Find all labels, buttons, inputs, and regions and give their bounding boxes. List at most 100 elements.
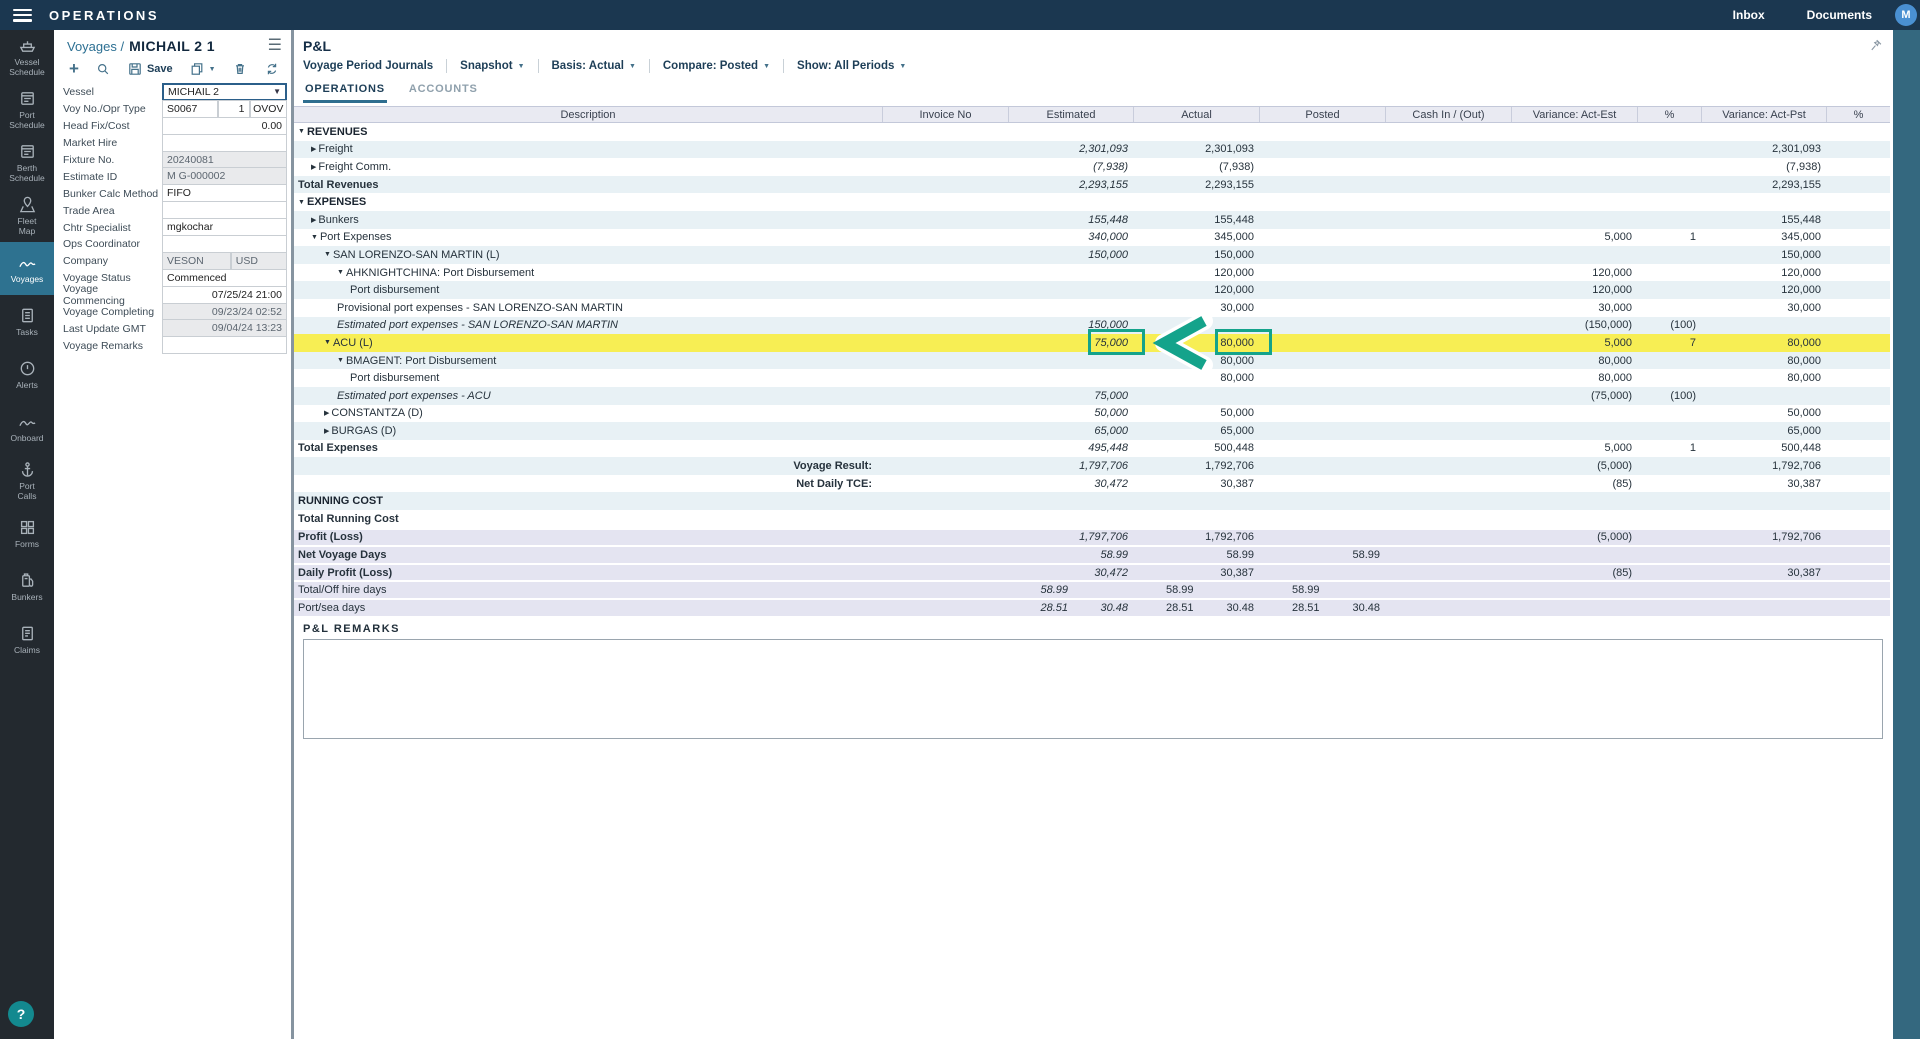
pnl-row-total-revenues[interactable]: Total Revenues2,293,1552,293,1552,293,15…: [294, 176, 1890, 194]
pnl-row-ahknightchina-port-disbursement[interactable]: ▼AHKNIGHTCHINA: Port Disbursement120,000…: [294, 264, 1890, 282]
pnl-toolbar-voyage-period-journals[interactable]: Voyage Period Journals: [303, 60, 446, 72]
field-input-voy-no-opr-type[interactable]: 1: [218, 100, 249, 118]
expand-triangle-icon[interactable]: ▶: [324, 427, 329, 435]
column-header[interactable]: Posted: [1259, 107, 1385, 122]
pnl-row-expenses[interactable]: ▼EXPENSES: [294, 193, 1890, 211]
chevron-down-icon: ▼: [763, 63, 770, 70]
inbox-link[interactable]: Inbox: [1733, 8, 1765, 22]
menu-icon[interactable]: [13, 9, 32, 22]
sidebar-item-berth-schedule[interactable]: BerthSchedule: [0, 136, 54, 189]
pnl-row-port-disbursement[interactable]: Port disbursement120,000120,000120,000: [294, 281, 1890, 299]
column-header[interactable]: %: [1637, 107, 1701, 122]
sidebar-item-fleet-map[interactable]: FleetMap: [0, 189, 54, 242]
documents-link[interactable]: Documents: [1807, 8, 1872, 22]
delete-icon[interactable]: [227, 61, 253, 77]
column-header[interactable]: Variance: Act-Pst: [1701, 107, 1826, 122]
column-header[interactable]: %: [1826, 107, 1890, 122]
expand-triangle-icon[interactable]: ▶: [311, 216, 316, 224]
copy-button[interactable]: ▼: [184, 61, 221, 77]
pnl-row-port-sea-days[interactable]: Port/sea days28.5130.4828.5130.4828.5130…: [294, 598, 1890, 616]
field-input-head-fix-cost[interactable]: 0.00: [162, 117, 287, 135]
field-input-market-hire[interactable]: [162, 134, 287, 152]
collapse-triangle-icon[interactable]: ▼: [324, 251, 331, 258]
column-header[interactable]: Actual: [1133, 107, 1259, 122]
field-row: Voyage Completing09/23/24 02:52: [63, 304, 291, 321]
field-input-trade-area[interactable]: [162, 201, 287, 219]
sidebar-item-forms[interactable]: Forms: [0, 507, 54, 560]
pnl-row-voyage-result-[interactable]: Voyage Result:1,797,7061,792,706(5,000)1…: [294, 457, 1890, 475]
pnl-row-port-disbursement[interactable]: Port disbursement80,00080,00080,000: [294, 369, 1890, 387]
field-input-chtr-specialist[interactable]: mgkochar: [162, 218, 287, 236]
pnl-row-freight-comm-[interactable]: ▶Freight Comm.(7,938)(7,938)(7,938): [294, 158, 1890, 176]
refresh-icon[interactable]: [259, 61, 285, 77]
pnl-row-total-running-cost[interactable]: Total Running Cost: [294, 510, 1890, 528]
search-icon[interactable]: [90, 61, 116, 77]
pnl-row-revenues[interactable]: ▼REVENUES: [294, 123, 1890, 141]
field-input-bunker-calc-method[interactable]: FIFO: [162, 184, 287, 202]
pnl-row-estimated-port-expenses-acu[interactable]: Estimated port expenses - ACU75,000(75,0…: [294, 387, 1890, 405]
column-header[interactable]: Estimated: [1008, 107, 1133, 122]
pnl-row-port-expenses[interactable]: ▼Port Expenses340,000345,0005,0001345,00…: [294, 229, 1890, 247]
add-button[interactable]: +: [64, 62, 84, 76]
avatar[interactable]: M: [1895, 4, 1917, 26]
sidebar-item-onboard[interactable]: Onboard: [0, 401, 54, 454]
breadcrumb[interactable]: Voyages /: [67, 39, 124, 54]
field-input-voyage-remarks[interactable]: [162, 336, 287, 354]
expand-triangle-icon[interactable]: ▶: [324, 409, 329, 417]
sidebar-item-tasks[interactable]: Tasks: [0, 295, 54, 348]
save-button[interactable]: Save: [122, 61, 178, 77]
field-input-vessel[interactable]: MICHAIL 2▼: [162, 83, 287, 101]
panel-menu-icon[interactable]: ☰: [268, 38, 282, 54]
pnl-row-net-voyage-days[interactable]: Net Voyage Days58.9958.9958.99: [294, 545, 1890, 563]
field-input-voyage-status[interactable]: Commenced: [162, 269, 287, 287]
pin-icon[interactable]: [1869, 38, 1883, 57]
field-input-ops-coordinator[interactable]: [162, 235, 287, 253]
help-button[interactable]: ?: [8, 1001, 34, 1027]
field-row: Trade Area: [63, 202, 291, 219]
pnl-row-freight[interactable]: ▶Freight2,301,0932,301,0932,301,093: [294, 141, 1890, 159]
pnl-row-running-cost[interactable]: RUNNING COST: [294, 492, 1890, 510]
pnl-row-san-lorenzo-san-martin-l-[interactable]: ▼SAN LORENZO-SAN MARTIN (L)150,000150,00…: [294, 246, 1890, 264]
pnl-row-constantza-d-[interactable]: ▶CONSTANTZA (D)50,00050,00050,000: [294, 405, 1890, 423]
pnl-row-profit-loss-[interactable]: Profit (Loss)1,797,7061,792,706(5,000)1,…: [294, 528, 1890, 546]
collapse-triangle-icon[interactable]: ▼: [337, 357, 344, 364]
sidebar-item-port-calls[interactable]: PortCalls: [0, 454, 54, 507]
pnl-row-net-daily-tce-[interactable]: Net Daily TCE:30,47230,387(85)30,387: [294, 475, 1890, 493]
pnl-row-burgas-d-[interactable]: ▶BURGAS (D)65,00065,00065,000: [294, 422, 1890, 440]
pnl-toolbar-basis-actual[interactable]: Basis: Actual▼: [539, 60, 649, 72]
row-value: [1637, 281, 1701, 299]
collapse-triangle-icon[interactable]: ▼: [337, 269, 344, 276]
expand-triangle-icon[interactable]: ▶: [311, 163, 316, 171]
pnl-remarks-input[interactable]: [303, 639, 1883, 739]
pnl-row-total-off-hire-days[interactable]: Total/Off hire days58.9958.9958.99: [294, 580, 1890, 598]
sidebar-item-alerts[interactable]: Alerts: [0, 348, 54, 401]
sidebar-item-claims[interactable]: Claims: [0, 613, 54, 666]
sidebar-item-voyages[interactable]: Voyages: [0, 242, 54, 295]
pnl-toolbar-compare-posted[interactable]: Compare: Posted▼: [650, 60, 783, 72]
sidebar-item-port-schedule[interactable]: PortSchedule: [0, 83, 54, 136]
collapse-triangle-icon[interactable]: ▼: [298, 128, 305, 135]
collapse-triangle-icon[interactable]: ▼: [324, 339, 331, 346]
field-input-voy-no-opr-type[interactable]: S0067: [162, 100, 218, 118]
row-value: 1,792,706: [1133, 457, 1259, 475]
pnl-row-total-expenses[interactable]: Total Expenses495,448500,4485,0001500,44…: [294, 440, 1890, 458]
pnl-row-provisional-port-expenses-san-lorenzo-san-martin[interactable]: Provisional port expenses - SAN LORENZO-…: [294, 299, 1890, 317]
column-header[interactable]: Cash In / (Out): [1385, 107, 1511, 122]
collapse-triangle-icon[interactable]: ▼: [311, 234, 318, 241]
column-header[interactable]: Invoice No: [882, 107, 1008, 122]
tab-accounts[interactable]: ACCOUNTS: [407, 83, 480, 103]
sidebar-item-vessel-schedule[interactable]: VesselSchedule: [0, 30, 54, 83]
column-header[interactable]: Description: [294, 107, 882, 122]
column-header[interactable]: Variance: Act-Est: [1511, 107, 1637, 122]
pnl-toolbar-show-all-periods[interactable]: Show: All Periods▼: [784, 60, 919, 72]
pnl-row-bunkers[interactable]: ▶Bunkers155,448155,448155,448: [294, 211, 1890, 229]
tab-operations[interactable]: OPERATIONS: [303, 83, 387, 103]
collapse-triangle-icon[interactable]: ▼: [298, 199, 305, 206]
pnl-toolbar-snapshot[interactable]: Snapshot▼: [447, 60, 537, 72]
sidebar-item-bunkers[interactable]: Bunkers: [0, 560, 54, 613]
row-value: 5,000: [1511, 440, 1637, 458]
field-input-voyage-commencing[interactable]: 07/25/24 21:00: [162, 286, 287, 304]
expand-triangle-icon[interactable]: ▶: [311, 145, 316, 153]
field-input-voy-no-opr-type[interactable]: OVOV: [250, 100, 288, 118]
pnl-row-daily-profit-loss-[interactable]: Daily Profit (Loss)30,47230,387(85)30,38…: [294, 563, 1890, 581]
